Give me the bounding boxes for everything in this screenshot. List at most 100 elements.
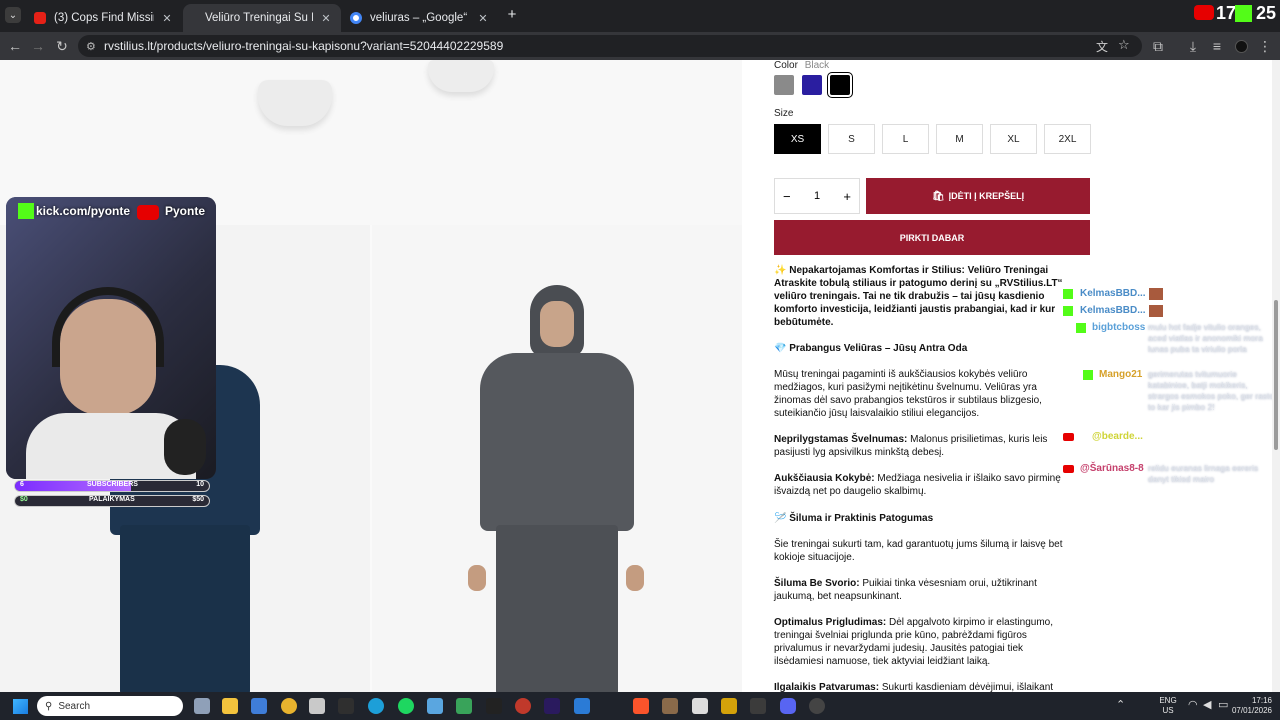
back-icon[interactable]: ← — [5, 36, 25, 56]
feature-quality: Aukščiausia Kokybė: Medžiaga nesivelia i… — [774, 472, 1064, 498]
tab-title: Veliūro Treningai Su Kapišonu – — [205, 12, 313, 24]
app-icon[interactable] — [338, 698, 354, 714]
app-icon[interactable] — [574, 698, 590, 714]
size-2xl[interactable]: 2XL — [1044, 124, 1091, 154]
tab-search-button[interactable]: ⌄ — [5, 7, 21, 23]
youtube-icon — [1063, 433, 1074, 441]
youtube-icon — [1063, 465, 1074, 473]
tab-google[interactable]: veliuras – „Google“ paieška ✕ — [342, 4, 498, 32]
buy-now-button[interactable]: PIRKTI DABAR — [774, 220, 1090, 255]
section-title: 🪡 Šiluma ir Praktinis Patogumas — [774, 513, 934, 524]
chat-message: mulu hot fadje vitulio oranges, aced via… — [1148, 322, 1263, 354]
brave-icon[interactable] — [633, 698, 649, 714]
size-xs[interactable]: XS — [774, 124, 821, 154]
profile-avatar[interactable] — [1231, 36, 1251, 56]
bookmark-star-icon[interactable]: ☆ — [1118, 37, 1130, 53]
qty-plus-button[interactable]: + — [843, 189, 851, 204]
chat-user: @Šarūnas8-8 — [1080, 463, 1144, 474]
app-icon[interactable] — [427, 698, 443, 714]
google-icon — [350, 12, 362, 24]
kick-icon — [1083, 370, 1093, 380]
subs-goal: 10 — [196, 481, 204, 488]
app-icon[interactable] — [750, 698, 766, 714]
forward-icon[interactable]: → — [28, 36, 48, 56]
tab-rvstilius[interactable]: Veliūro Treningai Su Kapišonu – ✕ — [183, 4, 341, 32]
app-icon[interactable] — [486, 698, 502, 714]
feature-durability: Ilgalaikis Patvarumas: Sukurti kasdienia… — [774, 681, 1064, 692]
size-l[interactable]: L — [882, 124, 929, 154]
product-page: kick.com/pyonte Pyonte 6 SUBSCRIBERS 10 … — [0, 60, 1280, 692]
site-info-icon[interactable]: ⚙ — [86, 40, 96, 53]
sneaker-left — [258, 80, 332, 126]
close-icon[interactable]: ✕ — [160, 12, 174, 25]
emote-icon — [1149, 288, 1163, 300]
clock[interactable]: 17:16 07/01/2026 — [1222, 696, 1272, 716]
premiere-icon[interactable] — [544, 698, 560, 714]
intro-title: ✨ Nepakartojamas Komfortas ir Stilius: V… — [774, 265, 1049, 276]
scrollbar-thumb[interactable] — [1274, 300, 1278, 450]
windows-start-icon[interactable] — [13, 699, 28, 714]
feature-title: Neprilygstamas Švelnumas: — [774, 434, 908, 445]
emote-icon — [1149, 305, 1163, 317]
language-indicator[interactable]: ENG US — [1158, 696, 1178, 716]
download-icon[interactable]: ⤓ — [1183, 36, 1203, 56]
page-scrollbar[interactable] — [1272, 60, 1280, 692]
youtube-icon — [34, 12, 46, 24]
search-label: Search — [58, 700, 91, 712]
address-bar[interactable]: ⚙ rvstilius.lt/products/veliuro-treninga… — [78, 35, 1142, 57]
tray-chevron-icon[interactable]: ⌃ — [1116, 698, 1125, 711]
file-explorer-icon[interactable] — [222, 698, 238, 714]
size-s[interactable]: S — [828, 124, 875, 154]
app-icon[interactable] — [721, 698, 737, 714]
app-icon[interactable] — [662, 698, 678, 714]
tab-strip: ⌄ (3) Cops Find Missing Teen's Bo ✕ Veli… — [0, 0, 1280, 32]
lang-secondary: US — [1162, 706, 1174, 715]
kick-logo-icon — [18, 203, 34, 219]
extensions-icon[interactable]: ⧉ — [1148, 36, 1168, 56]
chat-user: @bearde... — [1092, 431, 1143, 442]
obs-icon[interactable] — [809, 698, 825, 714]
add-to-cart-label: ĮDĖTI Į KREPŠELĮ — [948, 191, 1025, 201]
product-photo-grey[interactable] — [372, 225, 742, 692]
feature-title: Šiluma Be Svorio: — [774, 578, 860, 589]
task-view-icon[interactable] — [194, 698, 210, 714]
size-xl[interactable]: XL — [990, 124, 1037, 154]
close-icon[interactable]: ✕ — [319, 12, 333, 25]
taskbar-search[interactable]: ⚲ Search — [37, 696, 183, 716]
kick-logo-icon — [1235, 5, 1252, 22]
wifi-icon[interactable]: ◠ — [1188, 698, 1198, 711]
clock-date: 07/01/2026 — [1231, 706, 1272, 715]
chat-user: KelmasBBD... — [1080, 305, 1146, 316]
spotify-icon[interactable] — [398, 698, 414, 714]
chat-user: KelmasBBD... — [1080, 288, 1146, 299]
qty-minus-button[interactable]: − — [783, 189, 791, 204]
youtube-icon — [137, 205, 159, 220]
clock-time: 17:16 — [1251, 696, 1272, 705]
translate-icon[interactable]: 文 — [1096, 38, 1108, 55]
feature-text: Sukurti kasdieniam dėvėjimui, išlaikant — [879, 682, 1054, 692]
tab-youtube[interactable]: (3) Cops Find Missing Teen's Bo ✕ — [26, 4, 182, 32]
chrome-icon[interactable] — [281, 698, 297, 714]
cart-icon: 🛍 — [931, 190, 945, 202]
close-icon[interactable]: ✕ — [476, 12, 490, 25]
media-control-icon[interactable]: ≡ — [1207, 36, 1227, 56]
volume-icon[interactable]: ◀ — [1203, 698, 1211, 711]
windows-taskbar: ⚲ Search ⌃ ENG US ◠ ◀ ▭ 17:16 07/01/2026 — [0, 692, 1280, 720]
reload-icon[interactable]: ↻ — [52, 36, 72, 56]
discord-icon[interactable] — [780, 698, 796, 714]
model-hand-right — [626, 565, 644, 591]
new-tab-button[interactable]: + — [504, 6, 520, 24]
grey-pants — [496, 525, 618, 692]
intro-block: ✨ Nepakartojamas Komfortas ir Stilius: V… — [774, 264, 1064, 329]
edge-icon[interactable] — [368, 698, 384, 714]
qty-value[interactable]: 1 — [814, 190, 820, 202]
app-icon[interactable] — [456, 698, 472, 714]
size-m[interactable]: M — [936, 124, 983, 154]
app-icon[interactable] — [309, 698, 325, 714]
add-to-cart-button[interactable]: 🛍 ĮDĖTI Į KREPŠELĮ — [866, 178, 1090, 214]
feature-title: Aukščiausia Kokybė: — [774, 473, 875, 484]
app-icon[interactable] — [515, 698, 531, 714]
menu-icon[interactable]: ⋮ — [1255, 36, 1275, 56]
store-icon[interactable] — [251, 698, 267, 714]
app-icon[interactable] — [692, 698, 708, 714]
